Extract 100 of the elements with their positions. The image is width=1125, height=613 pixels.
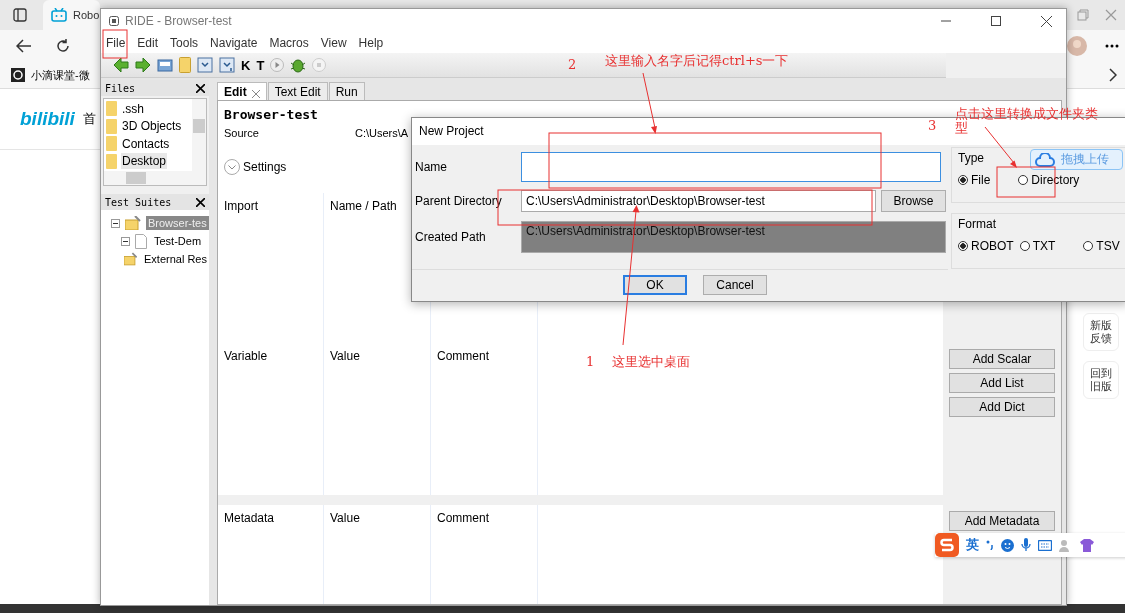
expand-icon[interactable] — [224, 159, 240, 175]
file-item[interactable]: Desktop — [121, 153, 168, 170]
app-icon — [109, 16, 119, 26]
name-field[interactable] — [521, 151, 941, 182]
cloud-icon — [1035, 152, 1055, 167]
chevron-right-icon[interactable] — [1109, 68, 1117, 82]
play-icon[interactable] — [270, 58, 285, 72]
field-label: Source — [224, 127, 260, 139]
column-header: Import — [224, 199, 258, 213]
dialog-button[interactable]: OK — [623, 275, 687, 296]
nav-link[interactable]: 首 — [82, 110, 96, 128]
tree-item[interactable]: External Res — [142, 252, 209, 266]
radio-option[interactable]: File — [958, 172, 991, 187]
menu-item[interactable]: View — [320, 36, 347, 50]
emoji-icon[interactable] — [1001, 538, 1014, 552]
bug-icon[interactable] — [290, 57, 307, 73]
close-icon[interactable] — [1041, 15, 1052, 27]
microphone-icon[interactable] — [1021, 538, 1031, 552]
scrollbar[interactable] — [192, 99, 206, 171]
column-header: Comment — [437, 349, 489, 363]
folder-icon — [106, 153, 117, 169]
collapse-icon[interactable] — [111, 218, 120, 228]
toolbar-letter-button[interactable]: T — [256, 57, 265, 73]
radio-option[interactable]: TSV — [1083, 238, 1120, 253]
folder-icon — [106, 136, 117, 152]
browse-button[interactable]: Browse — [881, 189, 946, 212]
reload-icon[interactable] — [55, 38, 71, 54]
close-icon[interactable] — [196, 197, 205, 207]
add-button[interactable]: Add Metadata — [949, 511, 1055, 531]
bookmark-link[interactable]: 小滴课堂-微 — [31, 67, 90, 83]
created-path-field: C:\Users\Administrator\Desktop\Browser-test — [521, 220, 946, 253]
suite-name: Browser-test — [224, 107, 318, 122]
ime-language[interactable]: 英 — [966, 536, 979, 554]
file-icon — [135, 233, 147, 249]
keyboard-icon[interactable] — [1038, 539, 1052, 551]
dialog-button[interactable]: Cancel — [703, 275, 767, 296]
radio-button[interactable] — [958, 240, 968, 251]
sidebar-icon[interactable] — [13, 8, 27, 22]
editor-tab[interactable]: Run — [328, 82, 365, 100]
suite-folder-icon — [125, 216, 141, 230]
forward-arrow-icon[interactable] — [135, 57, 151, 73]
folder-icon — [106, 101, 117, 117]
radio-option[interactable]: TXT — [1019, 238, 1056, 253]
file-item[interactable]: 3D Objects — [121, 118, 183, 135]
radio-button[interactable] — [1018, 174, 1029, 185]
radio-option[interactable]: Directory — [1018, 172, 1080, 187]
window-title: RIDE - Browser-test — [125, 14, 232, 28]
menu-item[interactable]: Navigate — [210, 36, 258, 50]
column-header: Metadata — [224, 511, 275, 525]
menu-item[interactable]: Macros — [269, 36, 309, 50]
radio-button[interactable] — [1019, 240, 1030, 251]
shirt-icon[interactable] — [1080, 538, 1094, 552]
file-item[interactable]: Contacts — [121, 135, 171, 152]
scrollbar[interactable] — [104, 171, 206, 185]
open-icon[interactable] — [157, 57, 173, 73]
field-label: Parent Directory — [414, 193, 503, 208]
highlight-frame — [102, 29, 128, 59]
tv-icon — [51, 8, 67, 22]
maximize-icon[interactable] — [991, 16, 1001, 26]
field-label: Name — [414, 159, 448, 174]
menu-item[interactable]: Help — [358, 36, 384, 50]
back-arrow-icon[interactable] — [113, 57, 129, 73]
column-header: Variable — [224, 349, 268, 363]
more-icon[interactable] — [1105, 44, 1119, 48]
file-item[interactable]: .ssh — [121, 100, 145, 117]
panel-title: Test Suites — [105, 196, 172, 208]
add-button[interactable]: Add Dict — [949, 397, 1055, 417]
step-number: 1 — [586, 355, 595, 369]
side-button[interactable]: 回到旧版 — [1083, 361, 1119, 399]
menu-item[interactable]: File — [106, 36, 126, 50]
annotation-text: 这里选中桌面 — [612, 355, 691, 369]
radio-button[interactable] — [958, 174, 968, 185]
save-icon[interactable] — [197, 57, 213, 73]
punctuation-icon[interactable] — [986, 540, 994, 550]
source-path: C:\Users\A — [355, 127, 409, 139]
toolbar-letter-button[interactable]: K — [241, 57, 251, 73]
close-icon[interactable] — [196, 83, 205, 93]
menu-item[interactable]: Edit — [137, 36, 159, 50]
browser-tab[interactable]: Robo — [43, 0, 100, 30]
annotation-arrow — [984, 126, 1017, 168]
editor-tab[interactable]: Text Edit — [267, 82, 328, 100]
tree-item[interactable]: Test-Dem — [152, 234, 204, 248]
collapse-icon[interactable] — [121, 236, 130, 246]
back-icon[interactable] — [16, 39, 32, 53]
section-title[interactable]: Settings — [243, 160, 287, 174]
radio-button[interactable] — [1083, 240, 1094, 251]
side-button[interactable]: 新版反馈 — [1083, 313, 1119, 351]
save-all-icon[interactable] — [219, 57, 235, 73]
column-header: Value — [330, 511, 360, 525]
add-button[interactable]: Add List — [949, 373, 1055, 393]
directory-field[interactable]: C:\Users\Administrator\Desktop\Browser-test — [521, 189, 876, 212]
radio-option[interactable]: ROBOT — [958, 238, 1014, 253]
menu-item[interactable]: Tools — [170, 36, 199, 50]
editor-tab[interactable]: Edit — [217, 82, 267, 100]
ime-logo-icon[interactable] — [935, 533, 959, 557]
add-button[interactable]: Add Scalar — [949, 349, 1055, 369]
bookmark-icon — [11, 68, 25, 82]
field-label: Created Path — [414, 229, 487, 244]
column-header: Value — [330, 349, 360, 363]
column-header: Comment — [437, 511, 489, 525]
